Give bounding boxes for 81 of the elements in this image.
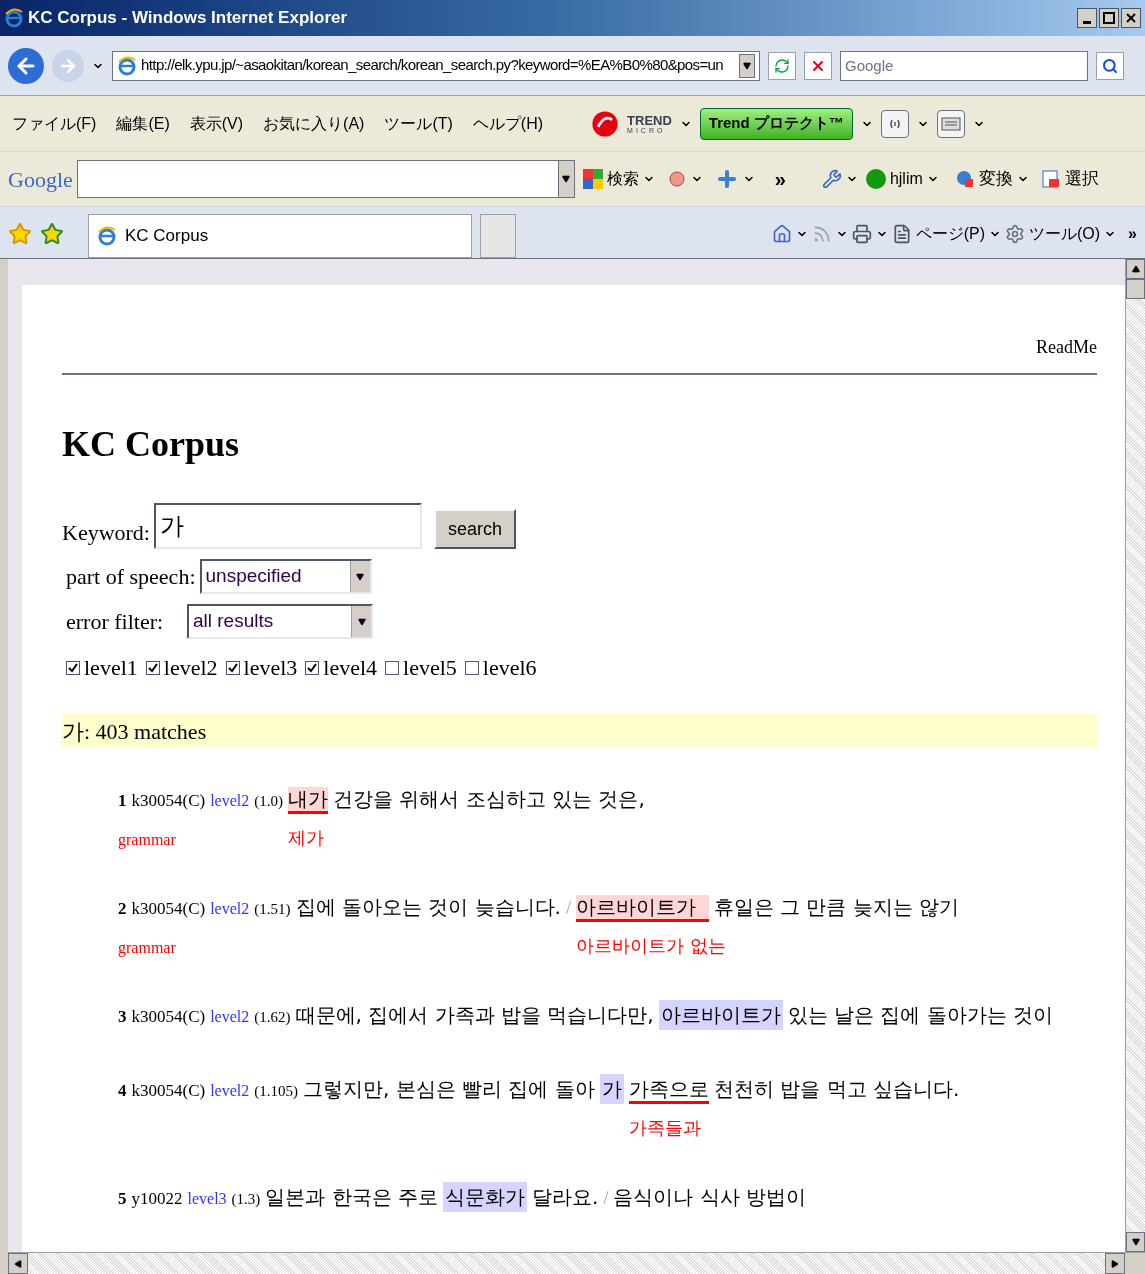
document-id: k30054(C) [131, 1006, 206, 1028]
correction-text: 아르바이트가 없는 [575, 934, 726, 958]
page-title: KC Corpus [62, 423, 241, 466]
document-id: k30054(C) [131, 1080, 206, 1102]
browser-tab[interactable]: KC Corpus [88, 214, 472, 258]
sentence-text: 건강을 위해서 조심하고 있는 것은, [333, 786, 645, 813]
sentence-text: 때문에, 집에서 가족과 밥을 먹습니다만, [295, 1002, 654, 1029]
logo-text: TREND [627, 113, 672, 127]
result-number: 2 [118, 898, 127, 920]
menu-item[interactable]: お気に入り(A) [263, 111, 365, 136]
keyword-match: 아르바이트가 [658, 1000, 783, 1030]
page-menu[interactable]: ページ(P) [915, 222, 985, 246]
sentence-text: 천천히 밥을 먹고 싶습니다. [713, 1076, 960, 1103]
sentence-text: 음식이나 식사 방법이 [613, 1184, 807, 1211]
menu-item[interactable]: 編集(E) [116, 111, 170, 136]
level-link[interactable]: level2 [210, 897, 250, 921]
error-filter-select[interactable]: all results [187, 604, 373, 639]
sentence-text: 그렇지만, 본심은 빨리 집에 돌아 [303, 1076, 595, 1103]
error-category: grammar [118, 830, 176, 851]
level-link[interactable]: level3 [187, 1187, 227, 1211]
sentence-text: 휴일은 그 만큼 늦지는 않기 [713, 894, 960, 921]
results-summary: 가: 403 matches [62, 714, 1097, 748]
convert-button[interactable]: 変換 [978, 166, 1013, 192]
select-button[interactable]: 選択 [1064, 166, 1099, 192]
menu-item[interactable]: 表示(V) [189, 111, 244, 136]
level-link[interactable]: level2 [210, 1079, 250, 1103]
document-id: y10022 [131, 1188, 183, 1210]
correction-text: 제가 [288, 826, 324, 850]
menu-item[interactable]: ヘルプ(H) [472, 111, 544, 136]
menu-item[interactable]: ファイル(F) [12, 111, 97, 136]
correction-text: 가족들과 [628, 1116, 701, 1140]
level-label: level2 [163, 654, 218, 682]
more-button[interactable]: » [774, 164, 786, 194]
part-of-speech-select[interactable]: unspecified [199, 559, 372, 594]
keyword-match: 식문화가 [443, 1182, 528, 1212]
user-button[interactable]: hjlim [889, 167, 923, 191]
document-id: k30054(C) [131, 790, 206, 812]
score-text: (1.62) [254, 1008, 291, 1027]
tools-menu[interactable]: ツール(O) [1029, 222, 1101, 246]
level-label: level6 [482, 654, 537, 682]
address-field[interactable]: http://elk.ypu.jp/~asaokitan/korean_search/korean_search.py?keyword=%EA%B0%80&pos=un [112, 50, 760, 81]
separator-text: / [565, 897, 571, 920]
keyword-field[interactable]: 가 [154, 503, 422, 549]
error-category: grammar [118, 938, 176, 959]
menu-item[interactable]: ツール(T) [384, 111, 453, 136]
result-number: 4 [118, 1080, 127, 1102]
document-id: k30054(C) [131, 898, 206, 920]
readme-link[interactable]: ReadMe [1036, 334, 1097, 361]
error-text: 내가 [288, 787, 328, 814]
sentence-text: 달라요. [532, 1184, 599, 1211]
error-text: 아르바이트가 [575, 895, 709, 922]
keyword-match: 가 [599, 1074, 624, 1104]
search-button[interactable]: search [434, 509, 516, 549]
url-text: http://elk.ypu.jp/~asaokitan/korean_search/korean_search.py?keyword=%EA%B0%80&pos=un [141, 55, 725, 76]
search-button[interactable]: 検索 [606, 167, 639, 191]
window-title: KC Corpus - Windows Internet Explorer [28, 7, 349, 30]
separator-text: / [603, 1187, 609, 1210]
score-text: (1.0) [254, 792, 283, 811]
google-logo: Google [8, 165, 73, 194]
result-number: 1 [118, 790, 127, 812]
sentence-text: 일본과 한국은 주로 [265, 1184, 439, 1211]
level-link[interactable]: level2 [210, 1005, 250, 1029]
sentence-text: 있는 날은 집에 돌아가는 것이 [787, 1002, 1054, 1029]
keyword-label: Keyword: [62, 519, 150, 547]
error-filter-label: error filter: [66, 607, 165, 636]
level-label: level5 [403, 654, 457, 682]
sentence-text: 집에 돌아오는 것이 늦습니다. [295, 894, 561, 921]
result-number: 3 [118, 1006, 127, 1028]
score-text: (1.105) [254, 1082, 298, 1101]
level-label: level1 [84, 654, 138, 682]
level-label: level3 [243, 654, 298, 682]
search-field[interactable]: Google [840, 50, 1088, 81]
more-button[interactable]: » [1128, 222, 1137, 246]
trend-protect-button[interactable]: Trend プロテクト™ [699, 107, 853, 140]
error-text: 가족으로 [628, 1077, 709, 1104]
score-text: (1.3) [231, 1190, 261, 1209]
level-label: level4 [323, 654, 378, 682]
level-link[interactable]: level2 [210, 789, 250, 813]
score-text: (1.51) [254, 900, 291, 919]
result-number: 5 [118, 1188, 127, 1210]
part-of-speech-label: part of speech: [66, 562, 197, 591]
